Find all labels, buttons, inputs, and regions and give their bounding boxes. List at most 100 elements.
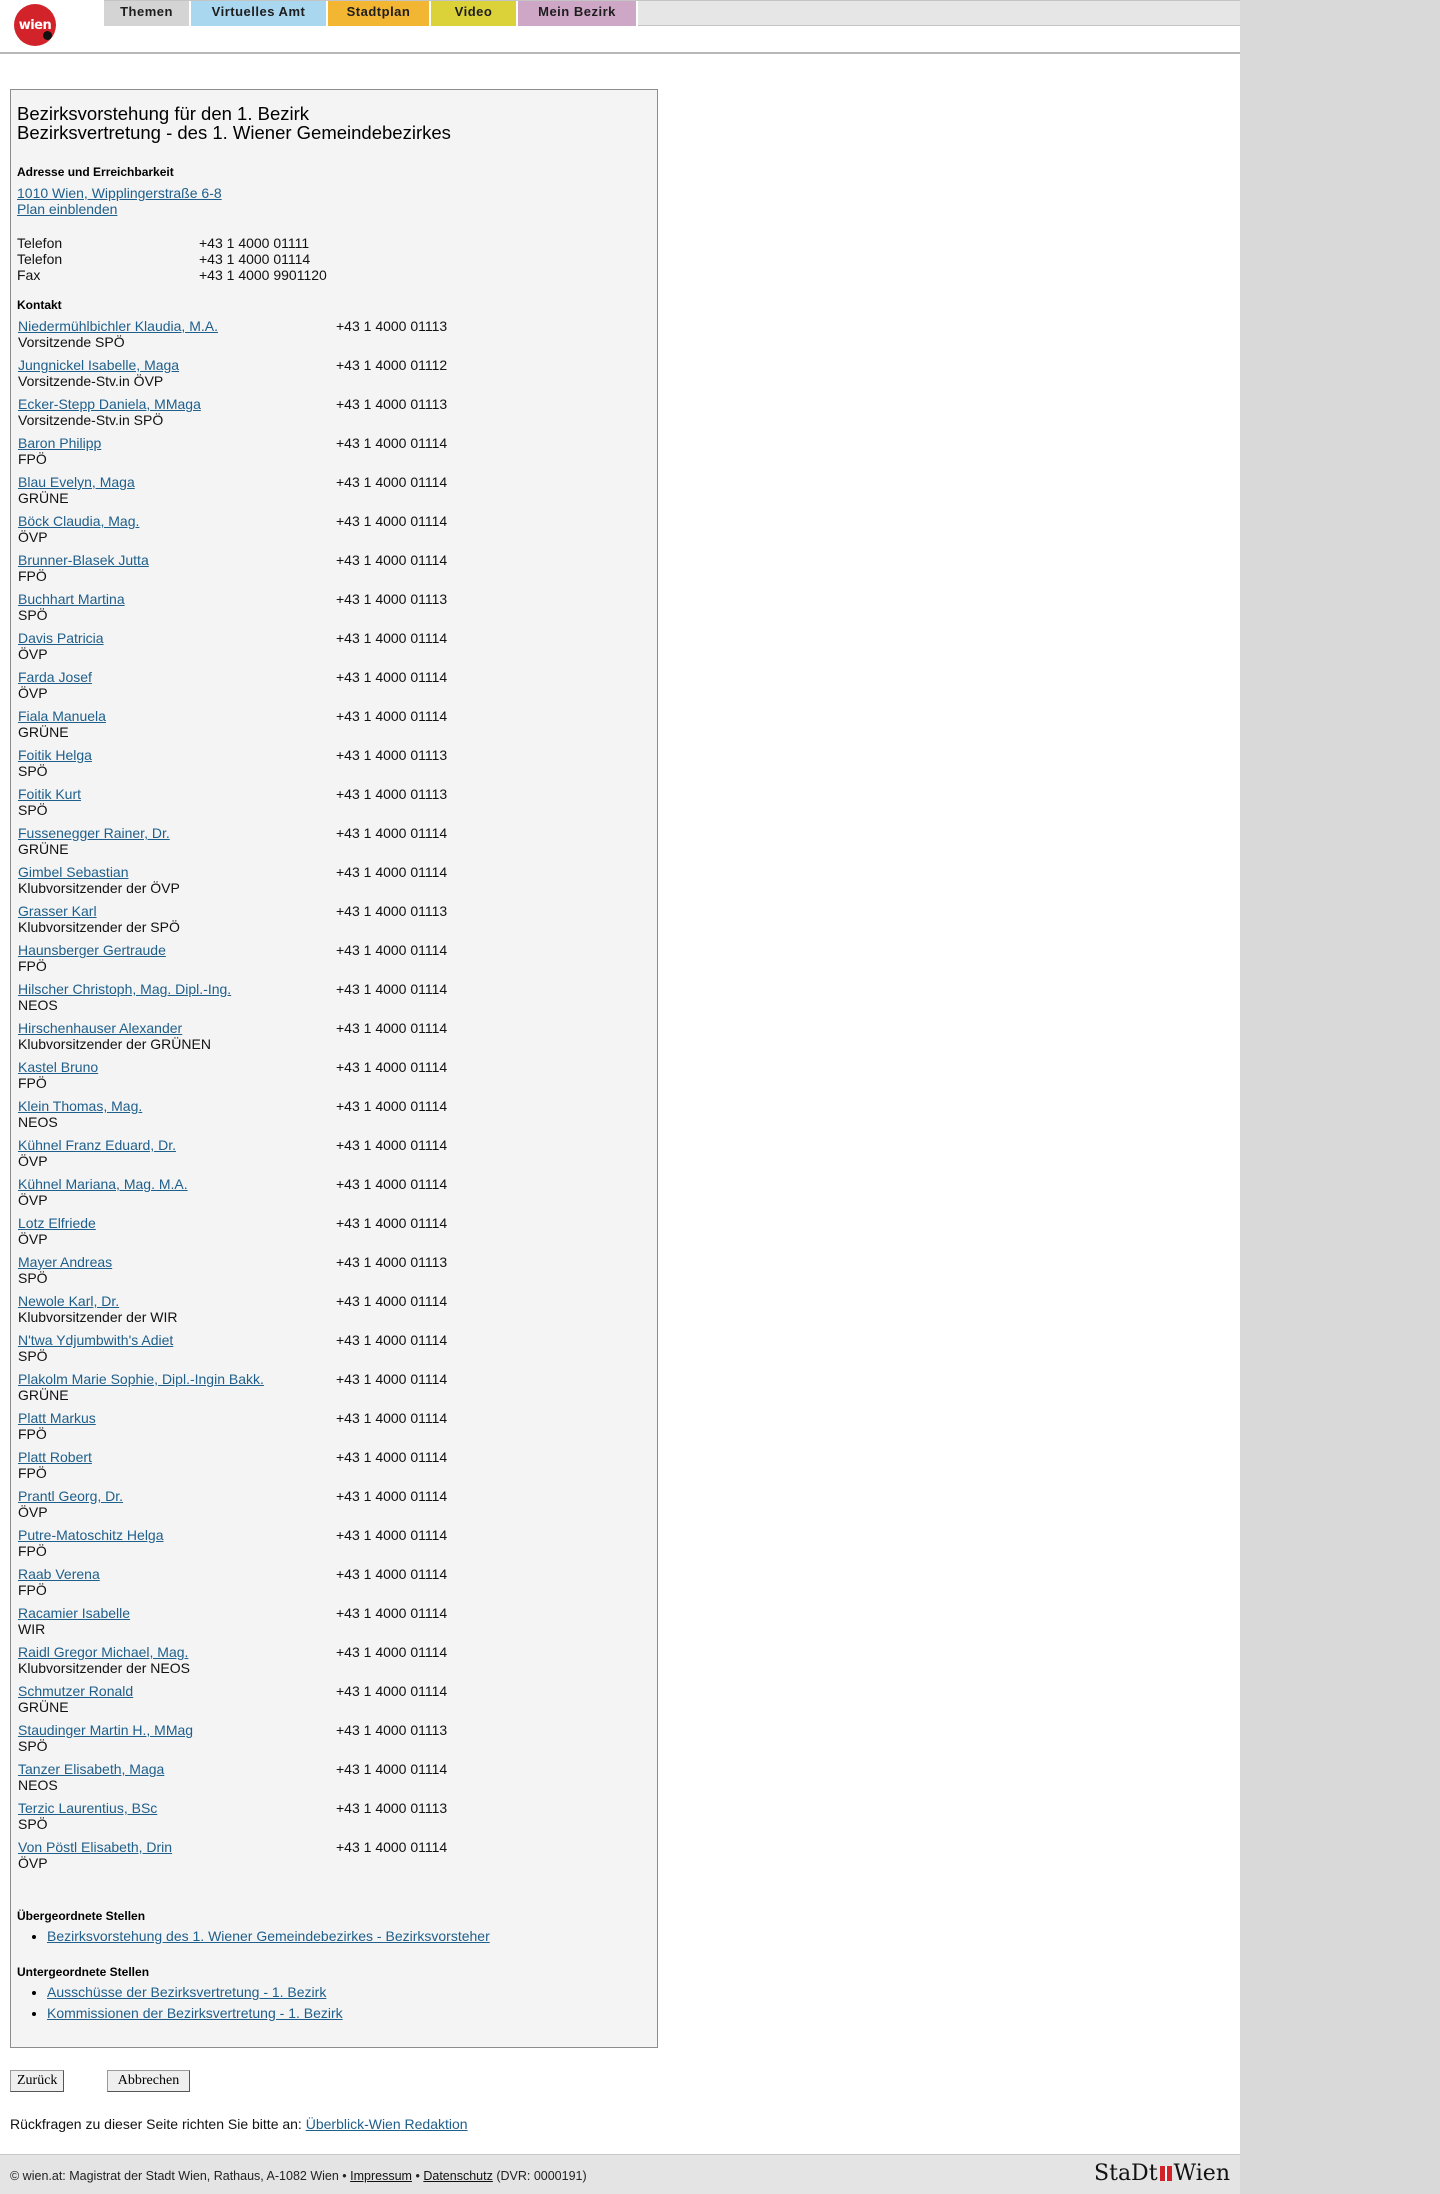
- member-name-link[interactable]: Gimbel Sebastian: [18, 864, 129, 880]
- member-role: ÖVP: [18, 529, 48, 545]
- tab-video[interactable]: Video: [431, 1, 518, 26]
- child-unit-link[interactable]: Ausschüsse der Bezirksvertretung - 1. Be…: [47, 1984, 326, 2000]
- member-name-link[interactable]: Mayer Andreas: [18, 1254, 112, 1270]
- member-role: Vorsitzende SPÖ: [18, 334, 125, 350]
- child-units-title: Untergeordnete Stellen: [17, 1965, 150, 1979]
- member-role: Vorsitzende-Stv.in ÖVP: [18, 373, 164, 389]
- member-name-link[interactable]: Haunsberger Gertraude: [18, 942, 166, 958]
- cancel-button[interactable]: Abbrechen: [107, 2070, 190, 2092]
- datenschutz-link[interactable]: Datenschutz: [423, 2169, 492, 2183]
- member-phone: +43 1 4000 01114: [336, 1332, 448, 1348]
- member-name-link[interactable]: Fussenegger Rainer, Dr.: [18, 825, 170, 841]
- member-phone: +43 1 4000 01114: [336, 1527, 448, 1543]
- address-link[interactable]: 1010 Wien, Wipplingerstraße 6-8: [17, 185, 222, 201]
- member-name-link[interactable]: Staudinger Martin H., MMag: [18, 1722, 193, 1738]
- child-units-list: Ausschüsse der Bezirksvertretung - 1. Be…: [25, 1982, 343, 2024]
- member-role: GRÜNE: [18, 841, 69, 857]
- member-name-link[interactable]: Hirschenhauser Alexander: [18, 1020, 182, 1036]
- member-role: SPÖ: [18, 802, 48, 818]
- member-name-link[interactable]: Tanzer Elisabeth, Maga: [18, 1761, 164, 1777]
- tab-label: Virtuelles Amt: [211, 4, 306, 19]
- member-name-link[interactable]: Buchhart Martina: [18, 591, 125, 607]
- member-phone: +43 1 4000 01114: [336, 1059, 448, 1075]
- member-name-link[interactable]: Brunner-Blasek Jutta: [18, 552, 149, 568]
- member-name-link[interactable]: Von Pöstl Elisabeth, Drin: [18, 1839, 172, 1855]
- member-name-link[interactable]: Terzic Laurentius, BSc: [18, 1800, 157, 1816]
- member-name-link[interactable]: Hilscher Christoph, Mag. Dipl.-Ing.: [18, 981, 231, 997]
- member-row: Kühnel Mariana, Mag. M.A. ÖVP +43 1 4000 0…: [18, 1176, 638, 1212]
- member-name-link[interactable]: Grasser Karl: [18, 903, 97, 919]
- editorial-contact-link[interactable]: Überblick-Wien Redaktion: [306, 2116, 468, 2132]
- member-role: FPÖ: [18, 568, 47, 584]
- member-name-link[interactable]: Davis Patricia: [18, 630, 104, 646]
- member-name-link[interactable]: Baron Philipp: [18, 435, 101, 451]
- member-name-link[interactable]: Niedermühlbichler Klaudia, M.A.: [18, 318, 218, 334]
- member-row: Kühnel Franz Eduard, Dr. ÖVP +43 1 4000 01…: [18, 1137, 638, 1173]
- member-name-link[interactable]: Fiala Manuela: [18, 708, 106, 724]
- member-row: Böck Claudia, Mag. ÖVP +43 1 4000 01114: [18, 513, 638, 549]
- member-phone: +43 1 4000 01114: [336, 1176, 448, 1192]
- member-row: Blau Evelyn, Maga GRÜNE +43 1 4000 01114: [18, 474, 638, 510]
- member-name-link[interactable]: Blau Evelyn, Maga: [18, 474, 135, 490]
- member-role: Klubvorsitzender der SPÖ: [18, 919, 180, 935]
- wien-logo[interactable]: wien: [14, 4, 56, 46]
- member-name-link[interactable]: Platt Robert: [18, 1449, 92, 1465]
- phone-label: Telefon: [17, 251, 63, 267]
- member-name-link[interactable]: Kühnel Mariana, Mag. M.A.: [18, 1176, 188, 1192]
- member-row: Staudinger Martin H., MMag SPÖ +43 1 4000 …: [18, 1722, 638, 1758]
- member-name-link[interactable]: Platt Markus: [18, 1410, 96, 1426]
- member-phone: +43 1 4000 01113: [336, 396, 448, 412]
- member-row: Lotz Elfriede ÖVP +43 1 4000 01114: [18, 1215, 638, 1251]
- member-name-link[interactable]: Putre-Matoschitz Helga: [18, 1527, 164, 1543]
- member-role: SPÖ: [18, 1816, 48, 1832]
- member-name-link[interactable]: Racamier Isabelle: [18, 1605, 130, 1621]
- member-phone: +43 1 4000 01112: [336, 357, 448, 373]
- member-row: Newole Karl, Dr. Klubvorsitzender der WIR…: [18, 1293, 638, 1329]
- stadt-wien-logo[interactable]: StaDt Wien: [1094, 2161, 1230, 2186]
- member-row: Grasser Karl Klubvorsitzender der SPÖ +43 …: [18, 903, 638, 939]
- fax-value: +43 1 4000 9901120: [199, 267, 327, 283]
- member-role: GRÜNE: [18, 1699, 69, 1715]
- logo-dot: [43, 31, 52, 40]
- member-name-link[interactable]: N'twa Ydjumbwith's Adiet: [18, 1332, 173, 1348]
- member-row: Putre-Matoschitz Helga FPÖ +43 1 4000 0111…: [18, 1527, 638, 1563]
- member-name-link[interactable]: Kühnel Franz Eduard, Dr.: [18, 1137, 176, 1153]
- child-unit-link[interactable]: Kommissionen der Bezirksvertretung - 1. …: [47, 2005, 343, 2021]
- member-name-link[interactable]: Böck Claudia, Mag.: [18, 513, 139, 529]
- member-phone: +43 1 4000 01113: [336, 318, 448, 334]
- member-name-link[interactable]: Lotz Elfriede: [18, 1215, 96, 1231]
- member-name-link[interactable]: Kastel Bruno: [18, 1059, 98, 1075]
- member-name-link[interactable]: Newole Karl, Dr.: [18, 1293, 119, 1309]
- member-name-link[interactable]: Klein Thomas, Mag.: [18, 1098, 142, 1114]
- member-role: GRÜNE: [18, 724, 69, 740]
- member-phone: +43 1 4000 01114: [336, 1449, 448, 1465]
- tab-themen[interactable]: Themen: [104, 1, 191, 26]
- tab-stadtplan[interactable]: Stadtplan: [328, 1, 431, 26]
- parent-unit-link[interactable]: Bezirksvorstehung des 1. Wiener Gemeinde…: [47, 1928, 490, 1944]
- tab-mein-bezirk[interactable]: Mein Bezirk: [518, 1, 638, 26]
- back-button[interactable]: Zurück: [10, 2070, 65, 2092]
- member-row: Terzic Laurentius, BSc SPÖ +43 1 4000 0111…: [18, 1800, 638, 1836]
- feedback-text: Rückfragen zu dieser Seite richten Sie b…: [10, 2116, 302, 2132]
- content-box: Bezirksvorstehung für den 1. Bezirk Bezi…: [10, 89, 658, 2048]
- member-name-link[interactable]: Plakolm Marie Sophie, Dipl.-Ingin Bakk.: [18, 1371, 264, 1387]
- page-subtitle: Bezirksvertretung - des 1. Wiener Gemein…: [17, 122, 451, 143]
- plan-link[interactable]: Plan einblenden: [17, 201, 117, 217]
- member-name-link[interactable]: Ecker-Stepp Daniela, MMaga: [18, 396, 201, 412]
- member-name-link[interactable]: Schmutzer Ronald: [18, 1683, 133, 1699]
- tab-virtuelles-amt[interactable]: Virtuelles Amt: [191, 1, 328, 26]
- member-row: Platt Markus FPÖ +43 1 4000 01114: [18, 1410, 638, 1446]
- member-row: Klein Thomas, Mag. NEOS +43 1 4000 01114: [18, 1098, 638, 1134]
- member-name-link[interactable]: Raab Verena: [18, 1566, 100, 1582]
- member-phone: +43 1 4000 01113: [336, 1254, 448, 1270]
- member-name-link[interactable]: Farda Josef: [18, 669, 92, 685]
- tab-label: Mein Bezirk: [538, 4, 616, 19]
- member-name-link[interactable]: Raidl Gregor Michael, Mag.: [18, 1644, 188, 1660]
- impressum-link[interactable]: Impressum: [350, 2169, 412, 2183]
- member-name-link[interactable]: Foitik Kurt: [18, 786, 81, 802]
- member-name-link[interactable]: Prantl Georg, Dr.: [18, 1488, 123, 1504]
- member-phone: +43 1 4000 01114: [336, 474, 448, 490]
- member-name-link[interactable]: Jungnickel Isabelle, Maga: [18, 357, 179, 373]
- fax-label: Fax: [17, 267, 41, 283]
- member-name-link[interactable]: Foitik Helga: [18, 747, 92, 763]
